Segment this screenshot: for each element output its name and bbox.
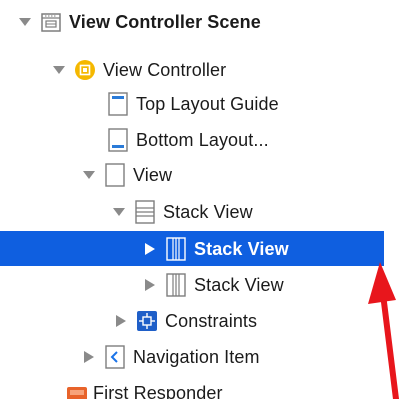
outline-row-label: Bottom Layout...	[136, 129, 269, 150]
outline-row-first-responder[interactable]: First Responder	[0, 375, 384, 399]
outline-row-label: View	[133, 164, 173, 185]
bottom-layout-guide-icon	[107, 127, 129, 152]
disclosure-expanded-icon[interactable]	[50, 61, 68, 79]
disclosure-collapsed-icon[interactable]	[141, 276, 159, 294]
outline-row-label: Stack View	[194, 274, 284, 295]
outline-row-label: View Controller	[103, 59, 227, 80]
outline-row-view[interactable]: View	[0, 157, 384, 192]
outline-row-label: Constraints	[165, 310, 258, 331]
outline-row-label: View Controller Scene	[69, 11, 261, 32]
top-layout-guide-icon	[107, 91, 129, 116]
outline-row-label: Top Layout Guide	[136, 93, 279, 114]
outline-row-stack-view-second[interactable]: Stack View	[0, 267, 384, 302]
outline-row-stack-view[interactable]: Stack View	[0, 194, 384, 229]
outline-row-label: Navigation Item	[133, 346, 260, 367]
horizontal-stack-view-icon	[165, 236, 187, 261]
outline-row-navigation-item[interactable]: Navigation Item	[0, 339, 384, 374]
outline-row-constraints[interactable]: Constraints	[0, 303, 384, 338]
horizontal-stack-view-icon	[165, 272, 187, 297]
outline-row-view-controller-scene[interactable]: View Controller Scene	[0, 4, 384, 39]
first-responder-icon	[66, 383, 88, 399]
outline-row-view-controller[interactable]: View Controller	[0, 52, 384, 87]
disclosure-collapsed-icon[interactable]	[80, 348, 98, 366]
outline-row-label: Stack View	[163, 201, 253, 222]
document-outline: View Controller Scene View Controller To…	[0, 0, 404, 399]
red-arrow-icon	[368, 262, 399, 399]
disclosure-expanded-icon[interactable]	[110, 203, 128, 221]
vertical-stack-view-icon	[134, 199, 156, 224]
constraints-icon	[136, 309, 158, 333]
scene-icon	[40, 10, 62, 34]
outline-row-label: Stack View	[194, 238, 289, 259]
outline-row-top-layout-guide[interactable]: Top Layout Guide	[0, 86, 384, 121]
outline-row-stack-view-selected[interactable]: Stack View	[0, 231, 384, 266]
outline-row-label: First Responder	[93, 383, 223, 399]
disclosure-collapsed-icon[interactable]	[141, 240, 159, 258]
view-icon	[104, 162, 126, 187]
disclosure-expanded-icon[interactable]	[80, 166, 98, 184]
navigation-item-icon	[104, 344, 126, 369]
disclosure-expanded-icon[interactable]	[16, 13, 34, 31]
view-controller-icon	[74, 58, 96, 82]
disclosure-collapsed-icon[interactable]	[112, 312, 130, 330]
outline-row-bottom-layout-guide[interactable]: Bottom Layout...	[0, 122, 384, 157]
